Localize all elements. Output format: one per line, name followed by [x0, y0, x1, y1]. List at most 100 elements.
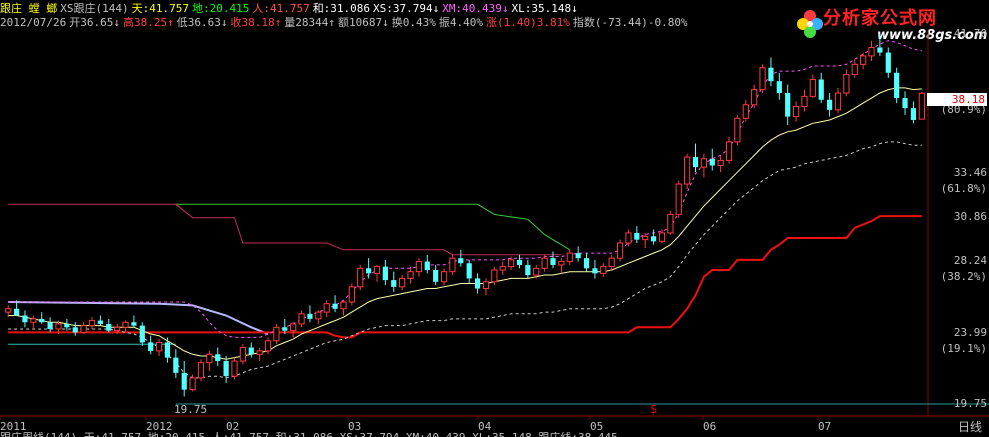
candle-body-60: [508, 259, 515, 268]
candle-body-24: [206, 353, 213, 364]
price-axis-label-0: 41.70: [953, 27, 987, 40]
candle-body-93: [785, 92, 791, 117]
candle-body-66: [558, 261, 565, 266]
candle-body-18: [155, 341, 163, 352]
candle-body-49: [415, 261, 422, 273]
candlestick-chart[interactable]: [0, 0, 989, 437]
upper-band-dashed: [8, 40, 922, 338]
candle-body-22: [189, 377, 196, 391]
candle-body-103: [868, 46, 875, 57]
candle-body-23: [197, 362, 205, 379]
candle-body-77: [650, 236, 657, 242]
candle-body-3: [30, 318, 37, 323]
candle-body-19: [164, 342, 171, 358]
candle-body-52: [440, 271, 448, 283]
candle-body-56: [474, 278, 481, 289]
candle-body-38: [323, 303, 330, 313]
price-axis-label-10: 19.75: [953, 397, 987, 410]
candle-body-17: [148, 342, 154, 351]
candle-body-21: [181, 372, 187, 390]
candle-body-81: [684, 156, 691, 185]
step-line-pink: [8, 203, 562, 256]
candle-body-43: [366, 268, 372, 274]
candle-body-27: [231, 360, 238, 377]
candle-body-13: [114, 326, 121, 332]
candle-body-37: [315, 311, 322, 320]
candle-body-90: [759, 67, 766, 91]
candle-body-98: [827, 99, 833, 110]
price-axis-label-4: (61.8%): [940, 182, 987, 196]
candle-body-31: [264, 340, 272, 352]
candle-body-45: [382, 266, 388, 281]
candle-body-58: [491, 269, 498, 283]
candle-body-86: [725, 141, 733, 161]
candle-body-99: [834, 92, 842, 111]
candle-body-97: [818, 79, 824, 100]
candle-body-70: [592, 268, 598, 274]
candle-body-0: [5, 308, 12, 313]
candle-body-46: [391, 280, 397, 287]
candle-body-73: [616, 242, 624, 259]
candle-body-63: [533, 267, 540, 276]
step-line-green: [175, 203, 571, 251]
candle-body-55: [466, 263, 472, 279]
sub-indicator-line: 跟庄周线(144) 天:41.757 地:20.415 人:41.757 和:3…: [0, 432, 989, 437]
candle-body-1: [13, 308, 20, 316]
price-axis-label-9: (19.1%): [940, 342, 987, 356]
candle-body-42: [357, 267, 364, 288]
candle-body-4: [39, 318, 45, 323]
candle-body-35: [298, 313, 305, 325]
candle-body-8: [72, 327, 78, 333]
candle-body-95: [801, 95, 808, 107]
candle-body-47: [399, 277, 406, 288]
candle-body-75: [634, 232, 640, 240]
candle-body-79: [667, 213, 674, 234]
candle-body-9: [80, 325, 87, 333]
candle-body-48: [407, 271, 414, 279]
lower-band-dashed: [8, 141, 922, 379]
candle-body-29: [248, 347, 254, 355]
candle-body-83: [700, 158, 707, 168]
candle-body-32: [273, 326, 280, 342]
candle-body-41: [348, 286, 355, 303]
candle-body-109: [918, 92, 925, 120]
candle-body-72: [608, 257, 615, 268]
candle-body-2: [22, 315, 28, 323]
candle-body-107: [902, 98, 908, 109]
candle-body-5: [47, 322, 53, 329]
candle-body-102: [860, 55, 867, 65]
candle-body-100: [843, 73, 850, 94]
candle-body-34: [290, 323, 297, 332]
candle-body-26: [223, 361, 229, 377]
candle-body-15: [131, 322, 137, 326]
candle-body-53: [449, 257, 456, 273]
candle-body-28: [239, 347, 246, 362]
candle-body-105: [885, 52, 891, 73]
candle-body-16: [139, 325, 145, 343]
price-axis-label-7: (38.2%): [940, 269, 987, 283]
candle-body-108: [910, 108, 917, 120]
candle-body-64: [541, 257, 548, 269]
price-axis-label-8: 23.99: [953, 325, 987, 339]
candle-body-96: [809, 79, 816, 97]
candle-body-61: [516, 259, 523, 265]
candle-body-62: [525, 264, 531, 276]
candle-body-7: [64, 323, 70, 328]
candle-body-106: [894, 72, 900, 99]
candle-body-69: [583, 258, 590, 269]
candle-body-25: [215, 354, 221, 362]
candle-body-14: [122, 321, 129, 328]
candle-body-51: [433, 269, 439, 282]
candle-body-36: [307, 313, 313, 319]
candle-body-91: [768, 67, 774, 82]
candle-body-10: [88, 320, 96, 327]
candle-body-87: [734, 117, 741, 143]
candle-body-54: [458, 258, 464, 264]
low-price-label: 19.75: [174, 403, 208, 416]
candle-body-104: [877, 47, 883, 53]
candle-body-78: [658, 232, 666, 242]
candle-body-50: [424, 261, 430, 270]
candle-body-89: [751, 89, 758, 106]
candle-body-80: [675, 183, 682, 215]
price-axis-label-3: 33.46: [953, 165, 987, 179]
